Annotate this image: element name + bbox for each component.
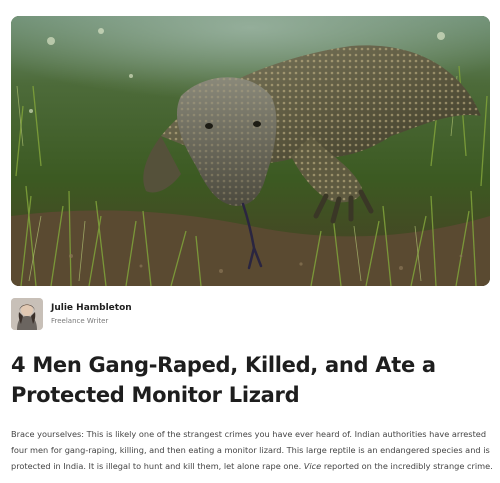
monitor-lizard-photo bbox=[11, 16, 490, 286]
avatar-icon bbox=[11, 298, 43, 330]
article-title: 4 Men Gang-Raped, Killed, and Ate a Prot… bbox=[11, 353, 436, 407]
author-avatar[interactable] bbox=[11, 298, 43, 330]
hero-image bbox=[11, 16, 490, 286]
intro-text-part2: reported on the incredibly strange crime… bbox=[321, 461, 493, 471]
author-name[interactable]: Julie Hambleton bbox=[51, 302, 132, 314]
author-role: Freelance Writer bbox=[51, 316, 109, 325]
article-intro: Brace yourselves: This is likely one of … bbox=[11, 426, 493, 474]
source-link[interactable]: Vice bbox=[304, 461, 321, 471]
author-meta: Julie Hambleton Freelance Writer bbox=[51, 302, 132, 327]
author-byline: Julie Hambleton Freelance Writer bbox=[11, 298, 132, 330]
